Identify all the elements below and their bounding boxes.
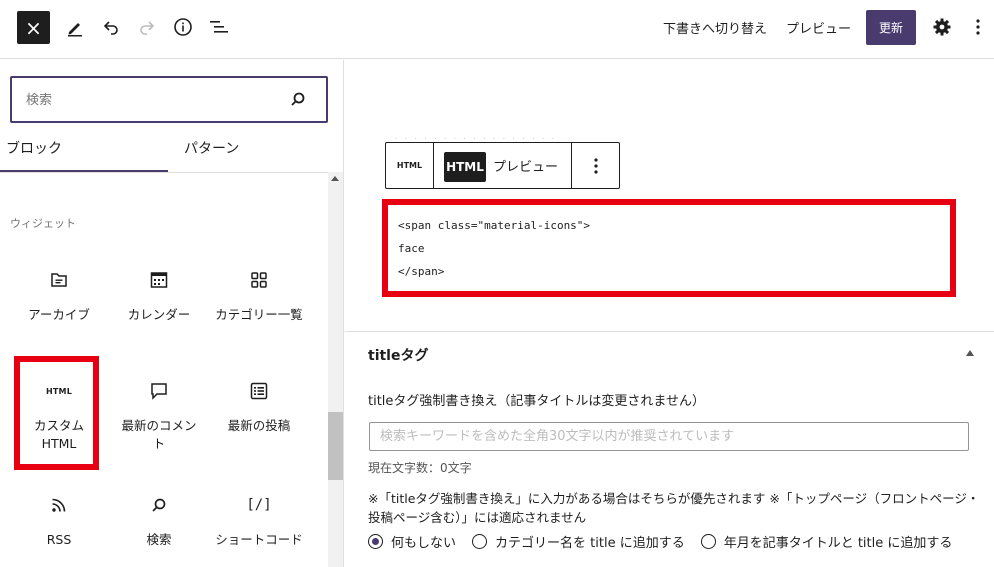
scroll-up-arrow-icon[interactable] bbox=[331, 176, 339, 181]
gear-icon bbox=[933, 18, 951, 36]
category-label: ウィジェット bbox=[10, 217, 76, 230]
custom-html-code-editor[interactable]: <span class="material-icons"> face </spa… bbox=[382, 199, 956, 297]
html-icon: HTML bbox=[396, 161, 423, 170]
block-calendar[interactable]: カレンダー bbox=[111, 268, 207, 324]
block-latest-comments[interactable]: 最新のコメント bbox=[111, 379, 207, 453]
rss-icon bbox=[52, 498, 66, 512]
editor-header: × 下書きへ切り替え プレビュー 更新 bbox=[0, 0, 994, 59]
shortcode-icon: [/] bbox=[246, 497, 272, 513]
code-line: face bbox=[398, 242, 425, 255]
radio-add-category[interactable]: カテゴリー名を title に追加する bbox=[472, 532, 685, 551]
radio-unchecked-icon bbox=[472, 533, 488, 549]
search-icon bbox=[152, 498, 166, 512]
search-icon bbox=[291, 92, 305, 106]
block-search[interactable]: 検索 bbox=[111, 493, 207, 549]
close-inserter-button[interactable]: × bbox=[17, 11, 50, 44]
metabox-title[interactable]: titleタグ bbox=[368, 345, 428, 365]
collapse-caret-icon[interactable] bbox=[966, 350, 974, 356]
metabox-note: ※「titleタグ強制書き換え」に入力がある場合はそちらが優先されます ※「トッ… bbox=[368, 491, 980, 525]
tab-patterns[interactable]: パターン bbox=[168, 132, 328, 172]
inserter-tabs: ブロック パターン bbox=[0, 132, 343, 172]
radio-add-date[interactable]: 年月を記事タイトルと title に追加する bbox=[700, 532, 952, 551]
block-options-button[interactable] bbox=[571, 143, 620, 188]
more-vertical-icon bbox=[976, 19, 980, 35]
code-line: </span> bbox=[398, 265, 445, 278]
block-archive[interactable]: アーカイブ bbox=[11, 268, 107, 324]
code-line: <span class="material-icons"> bbox=[398, 219, 591, 232]
calendar-icon bbox=[150, 272, 168, 288]
comment-icon bbox=[151, 383, 167, 400]
hidden-text-fragment: · · · · · · · · · · · · · · · · · bbox=[395, 136, 557, 140]
categories-icon bbox=[251, 272, 267, 288]
more-vertical-icon bbox=[594, 157, 598, 174]
radio-do-nothing[interactable]: 何もしない bbox=[368, 532, 456, 551]
html-tab-button[interactable]: HTML bbox=[444, 152, 486, 182]
block-shortcode[interactable]: [/] ショートコード bbox=[211, 493, 307, 549]
preview-link[interactable]: プレビュー bbox=[786, 18, 851, 37]
title-tag-metabox: titleタグ titleタグ強制書き換え（記事タイトルは変更されません） 現在… bbox=[345, 332, 994, 567]
title-option-radios: 何もしない カテゴリー名を title に追加する 年月を記事タイトルと tit… bbox=[368, 531, 968, 551]
pencil-icon bbox=[68, 23, 82, 37]
search-input[interactable] bbox=[26, 88, 266, 112]
character-count: 現在文字数：0文字 bbox=[368, 461, 472, 475]
settings-button[interactable] bbox=[928, 13, 956, 41]
info-icon bbox=[174, 18, 192, 36]
block-categories[interactable]: カテゴリー一覧 bbox=[211, 268, 307, 324]
preview-tab-button[interactable]: プレビュー bbox=[493, 156, 558, 175]
block-type-button[interactable]: HTML bbox=[386, 143, 434, 188]
redo-icon bbox=[140, 21, 155, 35]
highlight-custom-html bbox=[14, 356, 99, 470]
edit-tool-button[interactable] bbox=[61, 13, 89, 41]
block-latest-posts[interactable]: 最新の投稿 bbox=[211, 379, 307, 435]
title-override-input[interactable] bbox=[369, 422, 969, 451]
block-inserter-panel: ブロック パターン ウィジェット アーカイブ カレンダー カテゴリー一覧 HTM… bbox=[0, 60, 344, 567]
posts-list-icon bbox=[250, 382, 268, 400]
redo-button[interactable] bbox=[133, 13, 161, 41]
radio-unchecked-icon bbox=[700, 533, 716, 549]
inserter-search bbox=[10, 76, 328, 123]
list-view-icon bbox=[210, 21, 228, 33]
update-button[interactable]: 更新 bbox=[866, 10, 916, 45]
block-toolbar: HTML HTML プレビュー bbox=[385, 142, 620, 189]
block-list-scrollbar[interactable] bbox=[328, 172, 343, 567]
title-override-label: titleタグ強制書き換え（記事タイトルは変更されません） bbox=[368, 394, 706, 409]
options-button[interactable] bbox=[968, 13, 988, 41]
list-view-button[interactable] bbox=[205, 13, 233, 41]
tab-blocks[interactable]: ブロック bbox=[0, 132, 168, 172]
scroll-thumb[interactable] bbox=[328, 412, 343, 480]
undo-button[interactable] bbox=[97, 13, 125, 41]
details-button[interactable] bbox=[169, 13, 197, 41]
undo-icon bbox=[103, 21, 118, 35]
switch-to-draft-link[interactable]: 下書きへ切り替え bbox=[663, 18, 767, 37]
editor-canvas: · · · · · · · · · · · · · · · · · HTML H… bbox=[345, 60, 994, 332]
radio-checked-icon bbox=[368, 533, 383, 549]
archive-icon bbox=[51, 273, 67, 287]
close-icon: × bbox=[25, 15, 42, 40]
block-rss[interactable]: RSS bbox=[11, 493, 107, 549]
